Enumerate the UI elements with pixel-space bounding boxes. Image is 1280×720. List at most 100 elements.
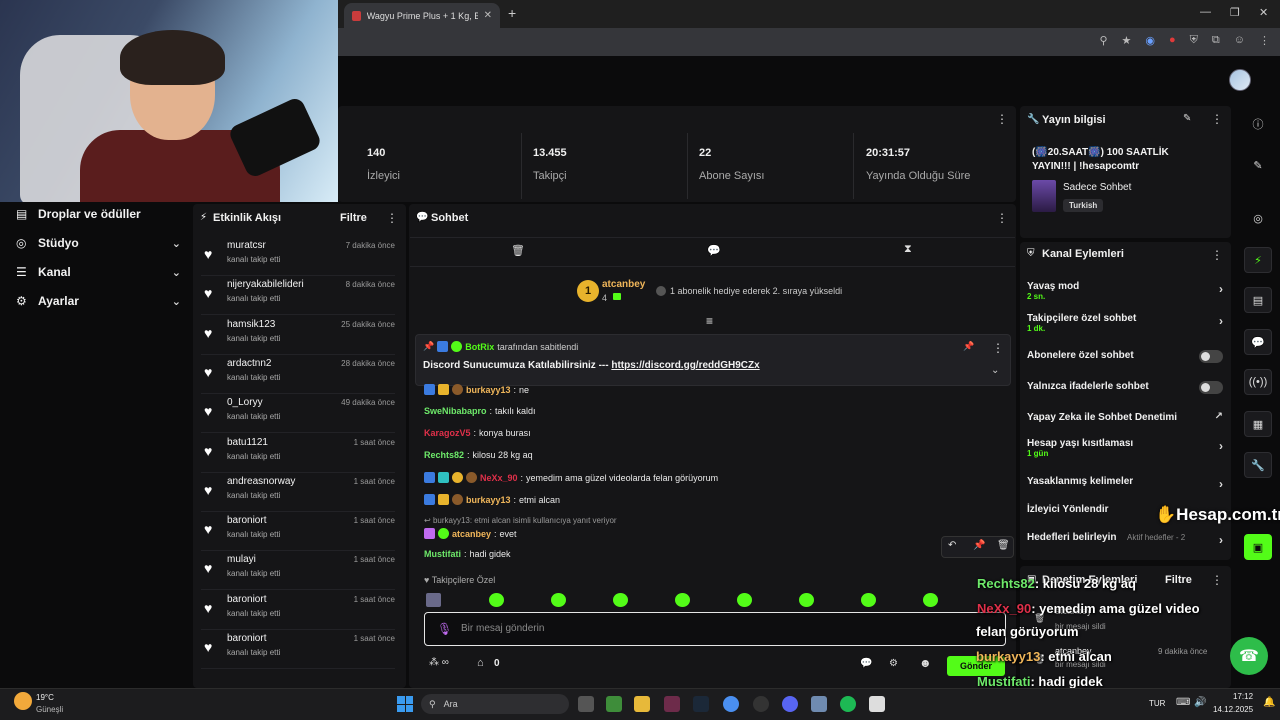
emote-icon[interactable]: [426, 593, 441, 607]
channel-action-item[interactable]: Hedefleri belirleyin Aktif hedefler - 2 ›: [1027, 532, 1223, 556]
chat-message[interactable]: atcanbey: evet: [424, 528, 517, 539]
activity-feed-item[interactable]: ♥ nijeryakabilelideri kanalı takip etti 8 d…: [201, 276, 395, 316]
volume-icon[interactable]: 🔊: [1194, 697, 1206, 708]
activity-filter-button[interactable]: Filtre: [340, 212, 367, 224]
record-extension-icon[interactable]: ●: [1169, 34, 1176, 47]
nav-item-drops[interactable]: ▤ Droplar ve ödüller: [16, 204, 181, 224]
nav-item-settings[interactable]: ⚙ Ayarlar ⌄: [16, 291, 181, 311]
app-icon[interactable]: [664, 696, 680, 712]
chat-username[interactable]: burkayy13: [466, 495, 511, 505]
chat-username[interactable]: burkayy13: [466, 385, 511, 395]
channel-action-item[interactable]: Yalnızca ifadelerle sohbet: [1027, 381, 1223, 405]
category-name[interactable]: Sadece Sohbet: [1063, 182, 1131, 193]
reply-action-icon[interactable]: ↶: [948, 540, 956, 551]
task-view-icon[interactable]: [578, 696, 594, 712]
chat-message[interactable]: NeXx_90: yemedim ama güzel videolarda fel…: [424, 472, 718, 483]
activity-feed-item[interactable]: ♥ muratcsr kanalı takip etti 7 dakika önce: [201, 237, 395, 276]
emote-icon[interactable]: [551, 593, 566, 607]
hourglass-icon[interactable]: ⧗: [904, 243, 912, 256]
chat-username[interactable]: Rechts82: [424, 450, 464, 460]
discord-link[interactable]: https://discord.gg/reddGH9CZx: [611, 360, 759, 371]
notification-icon[interactable]: 🔔: [1263, 697, 1275, 708]
nav-item-channel[interactable]: ☰ Kanal ⌄: [16, 262, 181, 282]
chat-icon[interactable]: 💬: [1244, 329, 1272, 355]
stats-menu-icon[interactable]: ⋮: [996, 112, 1008, 126]
trash-icon[interactable]: 🗑: [511, 244, 525, 257]
follower-name[interactable]: baroniort: [227, 594, 266, 605]
channel-action-item[interactable]: Abonelere özel sohbet: [1027, 350, 1223, 374]
infinity-points-icon[interactable]: ⁂ ∞: [429, 657, 449, 668]
unpin-icon[interactable]: 📌: [963, 341, 974, 352]
steam-icon[interactable]: [693, 696, 709, 712]
app-icon[interactable]: [869, 696, 885, 712]
input-language[interactable]: TUR: [1149, 699, 1165, 708]
pinned-menu-icon[interactable]: ⋮: [992, 341, 1004, 355]
app-icon[interactable]: ▣: [1244, 534, 1272, 560]
profile-icon[interactable]: ☺: [1234, 34, 1245, 47]
follower-name[interactable]: ardactnn2: [227, 358, 271, 369]
mic-icon[interactable]: 🎙: [437, 622, 452, 636]
windows-start-icon[interactable]: [397, 696, 413, 712]
follower-name[interactable]: baroniort: [227, 515, 266, 526]
stream-info-menu-icon[interactable]: ⋮: [1211, 112, 1223, 126]
tab-close-icon[interactable]: ✕: [484, 10, 492, 21]
chat-username[interactable]: NeXx_90: [480, 473, 518, 483]
chat-message[interactable]: Mustifati: hadi gidek: [424, 549, 511, 559]
chat-username[interactable]: SweNibabapro: [424, 406, 487, 416]
pin-action-icon[interactable]: 📌: [973, 540, 985, 551]
follower-name[interactable]: batu1121: [227, 437, 268, 448]
activity-feed-item[interactable]: ♥ andreasnorway kanalı takip etti 1 saat ön…: [201, 473, 395, 512]
follower-name[interactable]: 0_Loryy: [227, 397, 263, 408]
pinned-by-user[interactable]: BotRix: [465, 342, 494, 352]
taskbar-search[interactable]: ⚲ Ara: [421, 694, 569, 714]
emote-icon[interactable]: [675, 593, 690, 607]
zoom-icon[interactable]: ⚲: [1099, 34, 1107, 47]
chat-message[interactable]: burkayy13: ne: [424, 384, 529, 395]
activity-feed-item[interactable]: ♥ hamsik123 kanalı takip etti 25 dakika önc…: [201, 316, 395, 355]
close-window-button[interactable]: ✕: [1259, 6, 1268, 19]
support-chat-button[interactable]: ☎: [1230, 637, 1268, 675]
expand-chevron-icon[interactable]: ⌄: [991, 365, 999, 376]
activity-feed-item[interactable]: ♥ 0_Loryy kanalı takip etti 49 dakika önce: [201, 394, 395, 434]
chat-message[interactable]: KaragozV5: konya burası: [424, 428, 531, 438]
activity-feed-item[interactable]: ♥ ardactnn2 kanalı takip etti 28 dakika önc…: [201, 355, 395, 394]
new-tab-button[interactable]: +: [508, 5, 516, 21]
app-icon[interactable]: [811, 696, 827, 712]
gift-user[interactable]: atcanbey: [602, 279, 645, 290]
follower-name[interactable]: hamsik123: [227, 319, 275, 330]
follower-name[interactable]: muratcsr: [227, 240, 266, 251]
emote-picker-icon[interactable]: ☻: [919, 656, 932, 670]
wrench-icon[interactable]: 🔧: [1244, 452, 1272, 478]
browser-menu-icon[interactable]: ⋮: [1259, 34, 1270, 47]
broadcast-icon[interactable]: ((•)): [1244, 369, 1272, 395]
activity-feed-item[interactable]: ♥ baroniort kanalı takip etti 1 saat önce: [201, 512, 395, 552]
chat-message[interactable]: Rechts82: kilosu 28 kg aq: [424, 450, 533, 460]
chat-menu-icon[interactable]: ⋮: [996, 211, 1008, 225]
emote-icon[interactable]: [861, 593, 876, 607]
emote-icon[interactable]: [737, 593, 752, 607]
activity-feed-item[interactable]: ♥ batu1121 kanalı takip etti 1 saat önce: [201, 434, 395, 473]
edit-icon[interactable]: ✎: [1183, 113, 1191, 124]
shield-extension-icon[interactable]: ⛨: [1190, 34, 1198, 47]
spotify-icon[interactable]: [840, 696, 856, 712]
activity-menu-icon[interactable]: ⋮: [386, 211, 398, 225]
channel-action-item[interactable]: Yapay Zeka ile Sohbet Denetimi ↗: [1027, 411, 1223, 436]
emote-icon[interactable]: [613, 593, 628, 607]
browser-tab[interactable]: Wagyu Prime Plus + 1 Kg, BMS ✕: [344, 3, 500, 28]
moderation-filter-button[interactable]: Filtre: [1165, 574, 1192, 586]
discord-icon[interactable]: [782, 696, 798, 712]
collapse-icon[interactable]: ≡: [706, 314, 713, 328]
moderation-menu-icon[interactable]: ⋮: [1211, 573, 1223, 587]
bookmark-star-icon[interactable]: ★: [1122, 34, 1132, 47]
pencil-icon[interactable]: ✎: [1244, 152, 1272, 178]
activity-feed-item[interactable]: ♥ mulayi kanalı takip etti 1 saat önce: [201, 551, 395, 591]
chat-username[interactable]: atcanbey: [452, 529, 491, 539]
chat-message[interactable]: SweNibabapro: takılı kaldı: [424, 406, 536, 416]
store-icon[interactable]: ⌂: [477, 657, 484, 669]
channel-action-item[interactable]: Hesap yaşı kısıtlaması 1 gün ›: [1027, 438, 1223, 462]
chat-icon[interactable]: 💬: [707, 244, 721, 257]
emote-icon[interactable]: [799, 593, 814, 607]
extension-icon[interactable]: ◉: [1145, 34, 1155, 47]
info-icon[interactable]: ⓘ: [1244, 111, 1272, 137]
activity-feed-item[interactable]: ♥ baroniort kanalı takip etti 1 saat önce: [201, 630, 395, 669]
